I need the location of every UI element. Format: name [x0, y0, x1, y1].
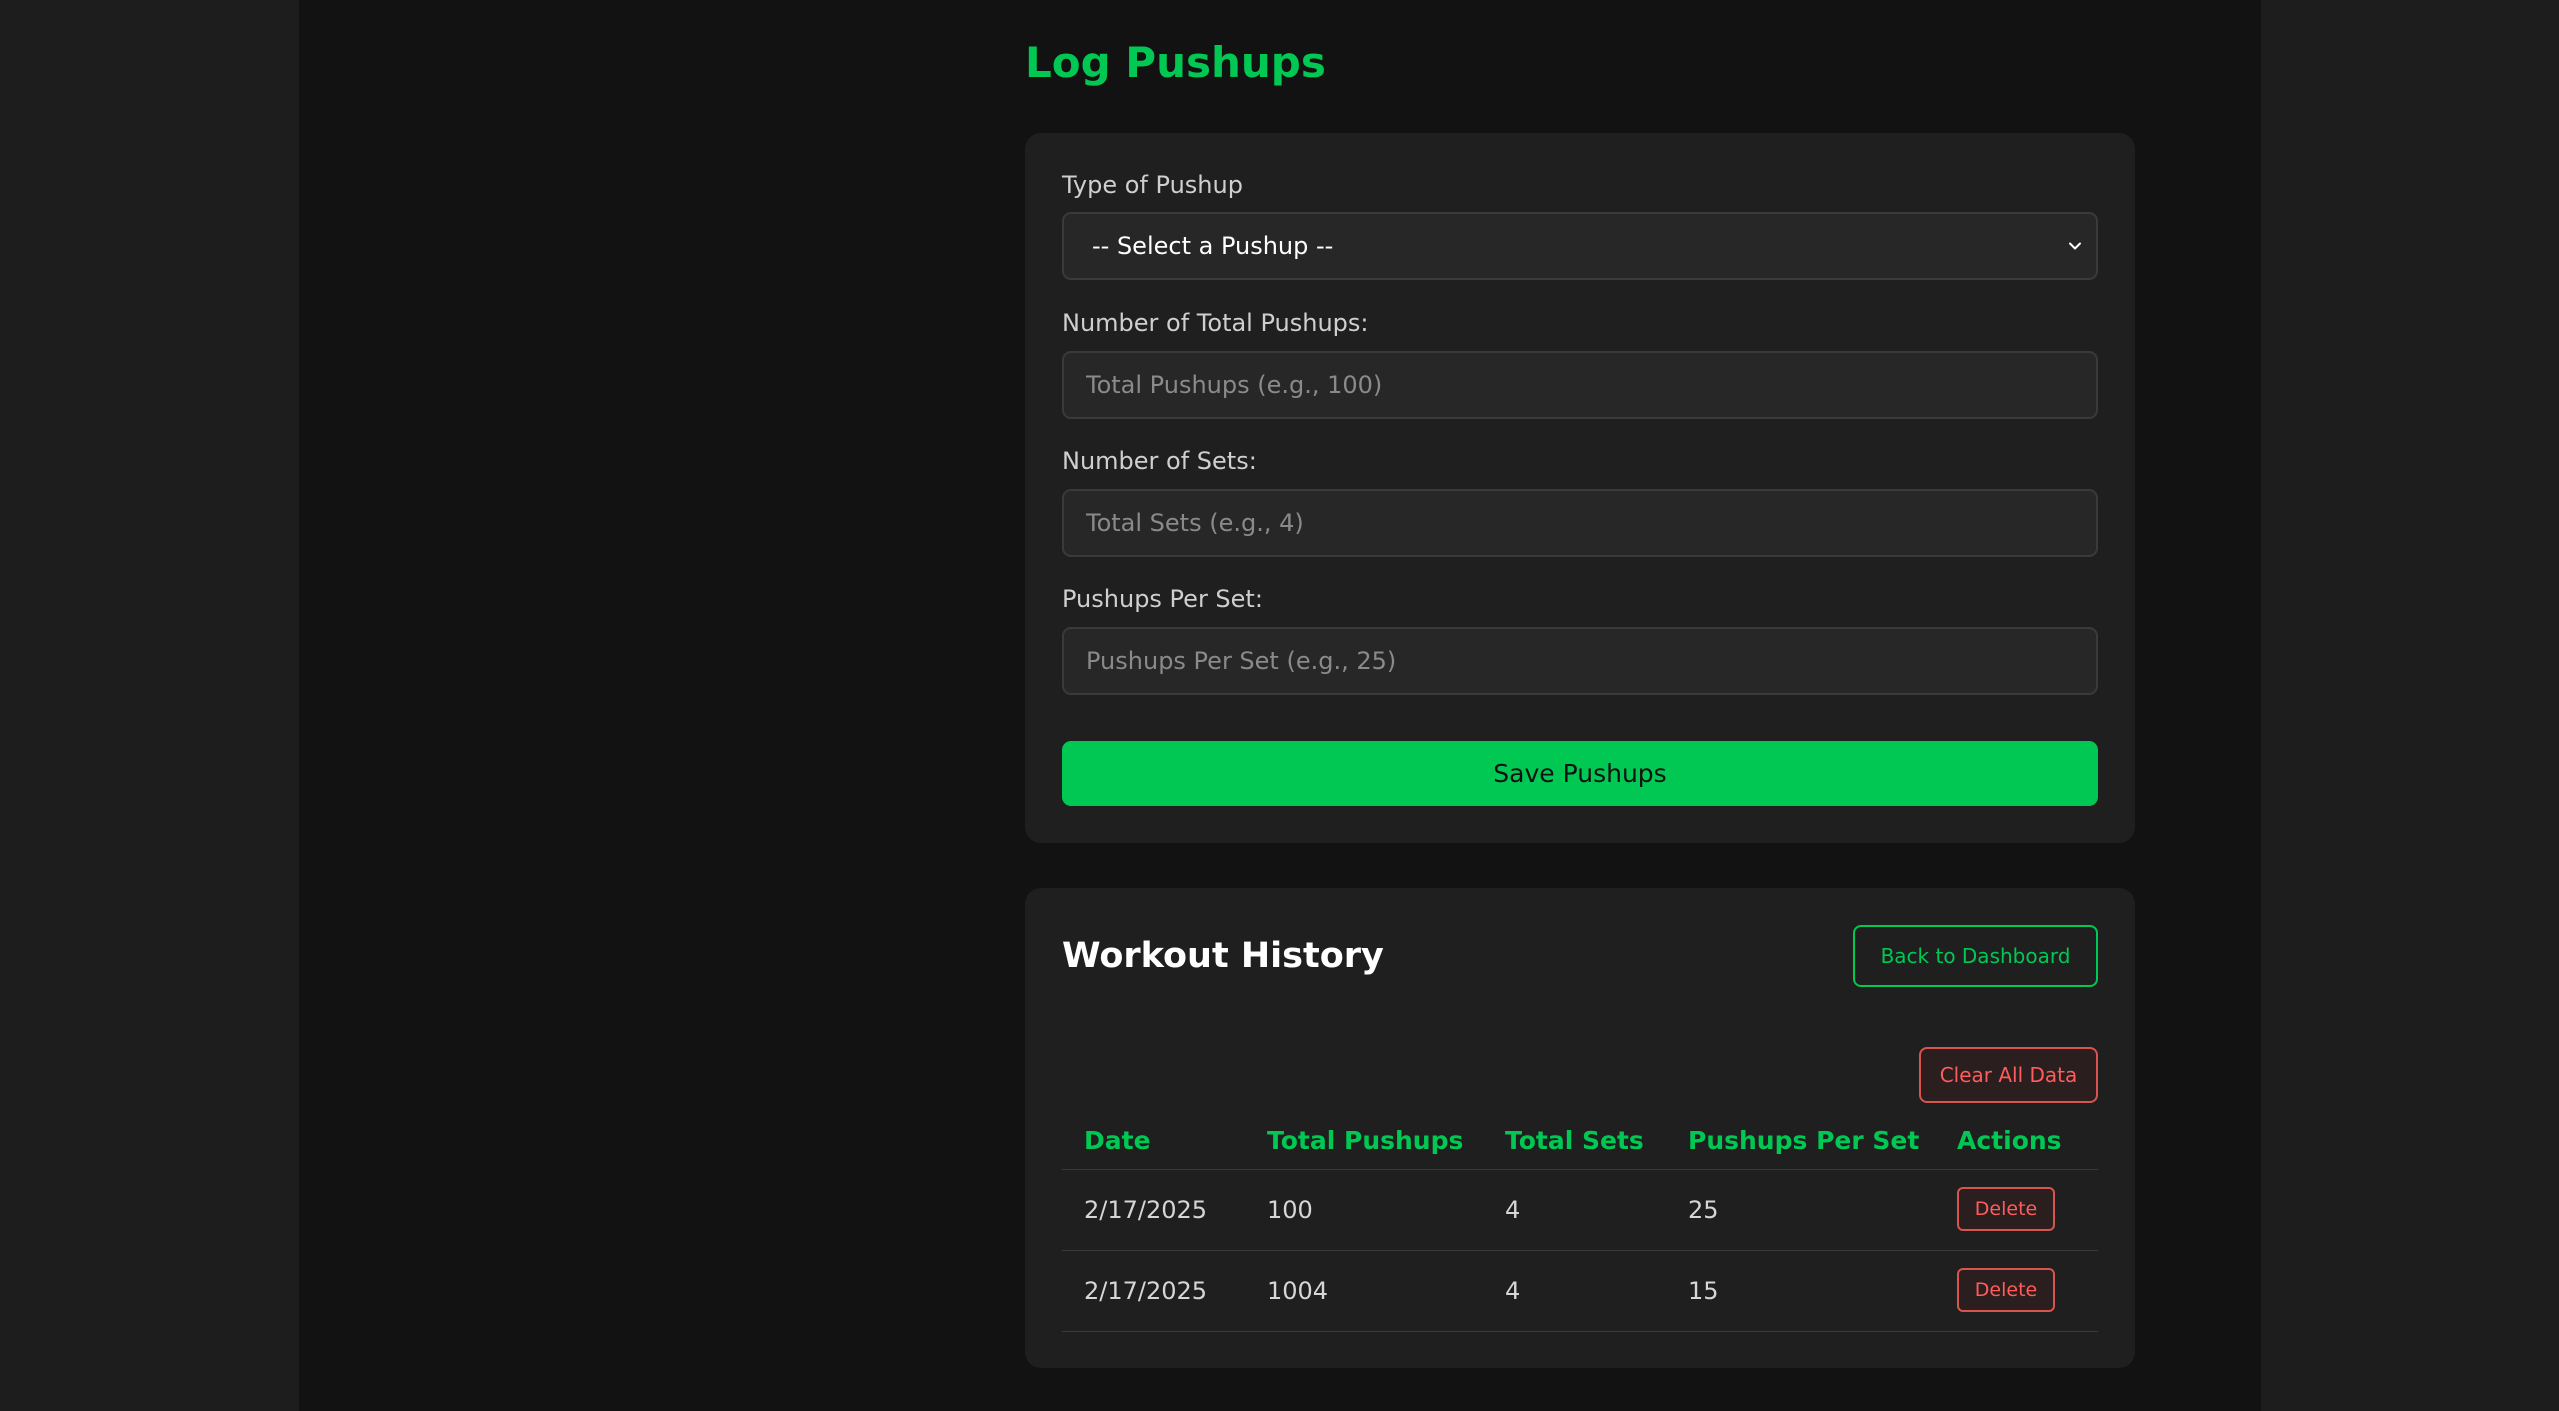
pushup-type-select-value: -- Select a Pushup -- [1092, 232, 1334, 260]
column-header-pushups-per-set: Pushups Per Set [1688, 1126, 1920, 1155]
pushup-type-select[interactable]: -- Select a Pushup -- [1062, 212, 2098, 280]
log-pushups-form: Type of Pushup -- Select a Pushup -- Num… [1025, 133, 2135, 843]
total-pushups-field-wrapper [1062, 351, 2098, 419]
column-header-total-sets: Total Sets [1505, 1126, 1644, 1155]
cell-pushups-per-set: 25 [1688, 1196, 1719, 1224]
workout-history-table: Date Total Pushups Total Sets Pushups Pe… [1062, 1113, 2098, 1332]
pushups-per-set-input[interactable] [1064, 629, 2096, 693]
sets-label: Number of Sets: [1062, 447, 1257, 475]
sets-field-wrapper [1062, 489, 2098, 557]
page-background: Log Pushups Type of Pushup -- Select a P… [299, 0, 2261, 1411]
total-pushups-input[interactable] [1064, 353, 2096, 417]
pushups-per-set-label: Pushups Per Set: [1062, 585, 1263, 613]
save-pushups-button[interactable]: Save Pushups [1062, 741, 2098, 806]
pushups-per-set-field-wrapper [1062, 627, 2098, 695]
page-title: Log Pushups [1025, 38, 1326, 87]
workout-history-card: Workout History Back to Dashboard Clear … [1025, 888, 2135, 1368]
total-pushups-label: Number of Total Pushups: [1062, 309, 1369, 337]
cell-date: 2/17/2025 [1084, 1196, 1208, 1224]
clear-all-data-button[interactable]: Clear All Data [1919, 1047, 2098, 1103]
cell-total-pushups: 1004 [1267, 1277, 1329, 1305]
cell-date: 2/17/2025 [1084, 1277, 1208, 1305]
table-row: 2/17/2025 100 4 25 Delete [1062, 1170, 2098, 1251]
cell-total-sets: 4 [1505, 1196, 1521, 1224]
delete-row-button[interactable]: Delete [1957, 1268, 2055, 1312]
cell-total-pushups: 100 [1267, 1196, 1313, 1224]
pushup-type-label: Type of Pushup [1062, 171, 1243, 199]
table-row: 2/17/2025 1004 4 15 Delete [1062, 1251, 2098, 1332]
cell-total-sets: 4 [1505, 1277, 1521, 1305]
back-to-dashboard-button[interactable]: Back to Dashboard [1853, 925, 2098, 987]
sets-input[interactable] [1064, 491, 2096, 555]
column-header-total-pushups: Total Pushups [1267, 1126, 1464, 1155]
chevron-down-icon [2069, 242, 2081, 250]
table-header-row: Date Total Pushups Total Sets Pushups Pe… [1062, 1113, 2098, 1170]
column-header-date: Date [1084, 1126, 1151, 1155]
workout-history-title: Workout History [1062, 936, 1384, 976]
column-header-actions: Actions [1957, 1126, 2062, 1155]
delete-row-button[interactable]: Delete [1957, 1187, 2055, 1231]
cell-pushups-per-set: 15 [1688, 1277, 1719, 1305]
